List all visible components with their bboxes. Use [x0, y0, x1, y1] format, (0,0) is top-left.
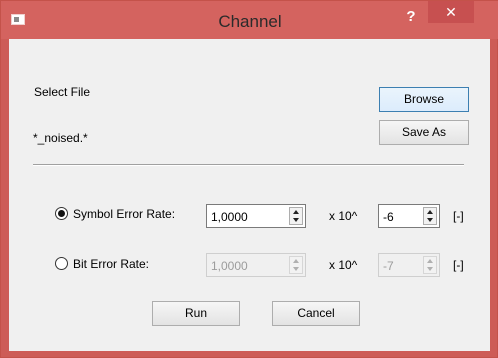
- bit-error-rate-exponent-spinbox[interactable]: -7: [378, 253, 440, 277]
- symbol-times-ten-label: x 10^: [329, 209, 358, 223]
- symbol-error-rate-label: Symbol Error Rate:: [73, 207, 176, 221]
- bit-unit-label: [-]: [453, 258, 464, 272]
- symbol-error-rate-radio[interactable]: [55, 207, 68, 220]
- bit-exponent-value: -7: [383, 259, 394, 273]
- help-button[interactable]: ?: [401, 7, 421, 27]
- symbol-mantissa-value: 1,0000: [211, 210, 248, 224]
- symbol-exponent-stepper[interactable]: [423, 207, 437, 225]
- spin-down-icon[interactable]: [293, 218, 299, 222]
- spin-down-icon[interactable]: [293, 267, 299, 271]
- bit-times-ten-label: x 10^: [329, 258, 358, 272]
- title-bar[interactable]: Channel ? ✕: [1, 1, 498, 39]
- save-as-button[interactable]: Save As: [379, 120, 469, 145]
- browse-button[interactable]: Browse: [379, 87, 469, 112]
- spin-up-icon[interactable]: [293, 259, 299, 263]
- spin-down-icon[interactable]: [427, 218, 433, 222]
- window-title: Channel: [218, 12, 282, 31]
- spin-up-icon[interactable]: [293, 210, 299, 214]
- channel-dialog: Channel ? ✕ Select File Browse *_noised.…: [0, 0, 498, 358]
- run-button[interactable]: Run: [152, 301, 240, 326]
- bit-error-rate-label: Bit Error Rate:: [73, 257, 150, 271]
- spin-up-icon[interactable]: [427, 259, 433, 263]
- cancel-button[interactable]: Cancel: [272, 301, 360, 326]
- symbol-error-rate-exponent-spinbox[interactable]: -6: [378, 204, 440, 228]
- bit-error-rate-mantissa-spinbox[interactable]: 1,0000: [206, 253, 306, 277]
- close-button[interactable]: ✕: [428, 1, 474, 23]
- symbol-unit-label: [-]: [453, 209, 464, 223]
- file-pattern-text: *_noised.*: [33, 131, 88, 145]
- symbol-exponent-value: -6: [383, 210, 394, 224]
- section-divider: [33, 164, 464, 166]
- bit-exponent-stepper[interactable]: [423, 256, 437, 274]
- symbol-mantissa-stepper[interactable]: [289, 207, 303, 225]
- dialog-body: Select File Browse *_noised.* Save As Sy…: [9, 39, 490, 351]
- symbol-error-rate-mantissa-spinbox[interactable]: 1,0000: [206, 204, 306, 228]
- spin-down-icon[interactable]: [427, 267, 433, 271]
- bit-mantissa-stepper[interactable]: [289, 256, 303, 274]
- select-file-label: Select File: [34, 85, 91, 99]
- spin-up-icon[interactable]: [427, 210, 433, 214]
- bit-mantissa-value: 1,0000: [211, 259, 248, 273]
- bit-error-rate-radio[interactable]: [55, 257, 68, 270]
